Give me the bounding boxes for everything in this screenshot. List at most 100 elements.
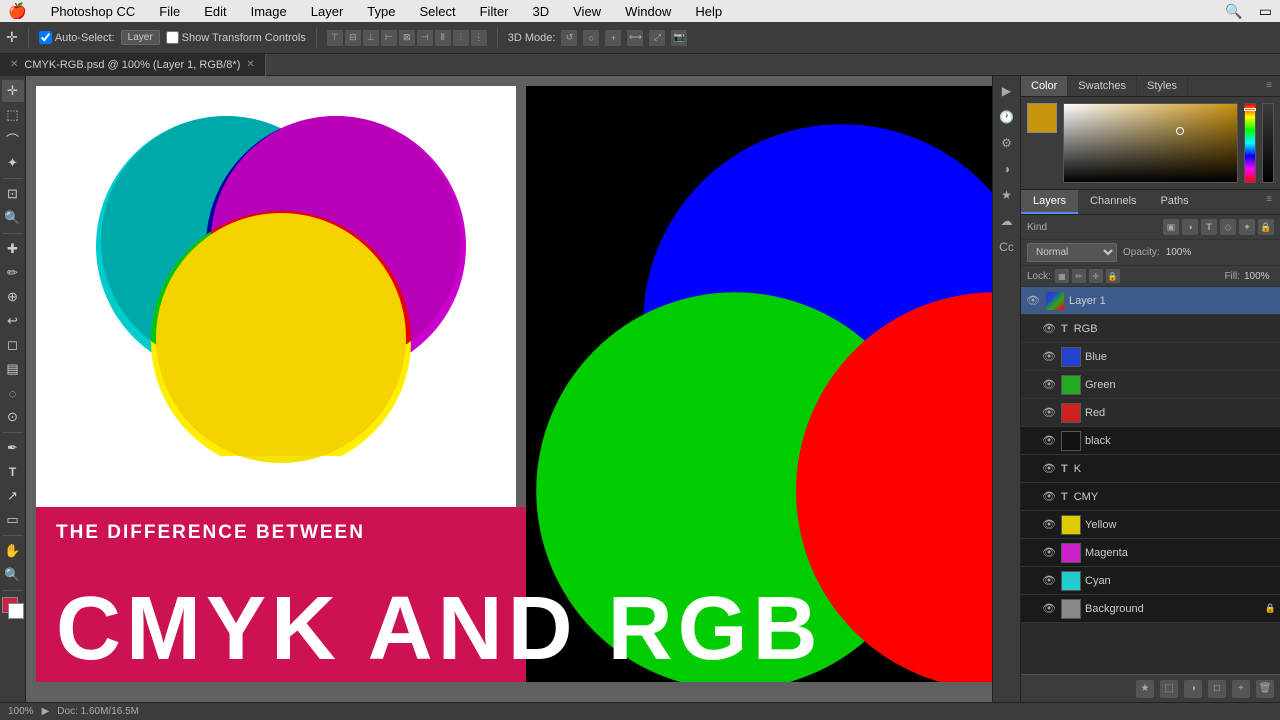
align-left-icon[interactable]: ⊢ (381, 30, 397, 46)
eye-black[interactable]: 👁 (1041, 433, 1057, 449)
eraser-tool[interactable]: ◻ (2, 334, 24, 356)
eye-rgb[interactable]: 👁 (1041, 321, 1057, 337)
dodge-tool[interactable]: ⊙ (2, 406, 24, 428)
menu-layer[interactable]: Layer (307, 4, 348, 19)
show-transform-checkbox[interactable]: Show Transform Controls (166, 31, 306, 44)
align-vcenter-icon[interactable]: ⊟ (345, 30, 361, 46)
menu-filter[interactable]: Filter (476, 4, 513, 19)
blur-tool[interactable]: ◌ (2, 382, 24, 404)
rotate3d-icon[interactable]: ↺ (561, 30, 577, 46)
tab-color[interactable]: Color (1021, 76, 1068, 96)
layer-item-yellow[interactable]: 👁 Yellow (1021, 511, 1280, 539)
eye-yellow[interactable]: 👁 (1041, 517, 1057, 533)
panel-collapse-btn[interactable]: ≡ (1258, 76, 1280, 96)
distribute-icon[interactable]: ⫴ (435, 30, 451, 46)
filter-shape-icon[interactable]: ◇ (1220, 219, 1236, 235)
menu-window[interactable]: Window (621, 4, 675, 19)
gradient-tool[interactable]: ▤ (2, 358, 24, 380)
new-layer-icon[interactable]: + (1232, 680, 1250, 698)
distribute3-icon[interactable]: ⋮ (471, 30, 487, 46)
3d-scale-icon[interactable]: ⤢ (649, 30, 665, 46)
stamp-tool[interactable]: ⊕ (2, 286, 24, 308)
filter-smart-icon[interactable]: ✦ (1239, 219, 1255, 235)
cc-icon[interactable]: Cc (996, 236, 1018, 258)
text-tool[interactable]: T (2, 461, 24, 483)
lock-transparent-icon[interactable]: ▦ (1055, 269, 1069, 283)
wand-tool[interactable]: ✦ (2, 152, 24, 174)
styles-icon2[interactable]: ★ (996, 184, 1018, 206)
arrow-btn[interactable]: ▶ (42, 706, 50, 717)
3d-slide-icon[interactable]: ⟷ (627, 30, 643, 46)
pen-tool[interactable]: ✒ (2, 437, 24, 459)
lock-position-icon[interactable]: ✛ (1089, 269, 1103, 283)
path-tool[interactable]: ↗ (2, 485, 24, 507)
history-icon[interactable]: 🕐 (996, 106, 1018, 128)
eye-green[interactable]: 👁 (1041, 377, 1057, 393)
search-icon[interactable]: 🔍 (1225, 3, 1242, 20)
opacity-slider[interactable] (1262, 103, 1274, 183)
add-mask-icon[interactable]: ⬚ (1160, 680, 1178, 698)
layer-item-magenta[interactable]: 👁 Magenta (1021, 539, 1280, 567)
eye-blue[interactable]: 👁 (1041, 349, 1057, 365)
add-adjust-icon[interactable]: ◑ (1184, 680, 1202, 698)
show-transform-check[interactable] (166, 31, 179, 44)
lock-image-icon[interactable]: ✏ (1072, 269, 1086, 283)
hand-tool[interactable]: ✋ (2, 540, 24, 562)
filter-type-icon[interactable]: T (1201, 219, 1217, 235)
hue-slider[interactable] (1244, 103, 1256, 183)
eye-layer1[interactable]: 👁 (1025, 293, 1041, 309)
filter-adjust-icon[interactable]: ◑ (1182, 219, 1198, 235)
layer-item-blue[interactable]: 👁 Blue (1021, 343, 1280, 371)
eyedropper-tool[interactable]: 🔍 (2, 207, 24, 229)
libraries-icon[interactable]: ☁ (996, 210, 1018, 232)
layer-item-black[interactable]: 👁 black (1021, 427, 1280, 455)
tab-close-x[interactable]: ✕ (10, 59, 18, 70)
autoselect-check[interactable] (39, 31, 52, 44)
filter-lock-icon[interactable]: 🔒 (1258, 219, 1274, 235)
menu-image[interactable]: Image (247, 4, 291, 19)
lock-all-icon[interactable]: 🔒 (1106, 269, 1120, 283)
align-right-icon[interactable]: ⊣ (417, 30, 433, 46)
add-group-icon[interactable]: □ (1208, 680, 1226, 698)
eye-background[interactable]: 👁 (1041, 601, 1057, 617)
menu-view[interactable]: View (569, 4, 605, 19)
healing-tool[interactable]: ✚ (2, 238, 24, 260)
crop-tool[interactable]: ⊡ (2, 183, 24, 205)
actions-icon[interactable]: ▶ (996, 80, 1018, 102)
menu-file[interactable]: File (155, 4, 184, 19)
filter-pixel-icon[interactable]: ▣ (1163, 219, 1179, 235)
workspace-icon[interactable]: ▭ (1259, 3, 1272, 20)
eye-red[interactable]: 👁 (1041, 405, 1057, 421)
align-hcenter-icon[interactable]: ⊠ (399, 30, 415, 46)
layer-list[interactable]: 👁 Layer 1 👁 T RGB 👁 Blue (1021, 287, 1280, 674)
menu-help[interactable]: Help (691, 4, 726, 19)
layer-item-layer1[interactable]: 👁 Layer 1 (1021, 287, 1280, 315)
zoom-tool[interactable]: 🔍 (2, 564, 24, 586)
tab-swatches[interactable]: Swatches (1068, 76, 1137, 96)
layer-item-background[interactable]: 👁 Background 🔒 (1021, 595, 1280, 623)
lasso-tool[interactable]: ⌒ (2, 128, 24, 150)
delete-layer-icon[interactable]: 🗑 (1256, 680, 1274, 698)
layer-item-rgb[interactable]: 👁 T RGB (1021, 315, 1280, 343)
layer-item-cyan[interactable]: 👁 Cyan (1021, 567, 1280, 595)
menu-edit[interactable]: Edit (200, 4, 230, 19)
history-tool[interactable]: ↩ (2, 310, 24, 332)
eye-cyan[interactable]: 👁 (1041, 573, 1057, 589)
layer-item-green[interactable]: 👁 Green (1021, 371, 1280, 399)
apple-menu[interactable]: 🍎 (8, 2, 27, 20)
menu-3d[interactable]: 3D (529, 4, 554, 19)
tab-layers[interactable]: Layers (1021, 190, 1078, 214)
eye-magenta[interactable]: 👁 (1041, 545, 1057, 561)
tab-channels[interactable]: Channels (1078, 190, 1148, 214)
brush-tool[interactable]: ✏ (2, 262, 24, 284)
menu-type[interactable]: Type (363, 4, 399, 19)
menu-select[interactable]: Select (415, 4, 459, 19)
layer-item-cmy[interactable]: 👁 T CMY (1021, 483, 1280, 511)
layer-item-red[interactable]: 👁 Red (1021, 399, 1280, 427)
foreground-swatch[interactable] (1027, 103, 1057, 133)
layer-item-k[interactable]: 👁 T K (1021, 455, 1280, 483)
move-tool[interactable]: ✛ (2, 80, 24, 102)
color-gradient-picker[interactable] (1063, 103, 1238, 183)
autoselect-checkbox[interactable]: Auto-Select: (39, 31, 115, 44)
align-bottom-icon[interactable]: ⊥ (363, 30, 379, 46)
